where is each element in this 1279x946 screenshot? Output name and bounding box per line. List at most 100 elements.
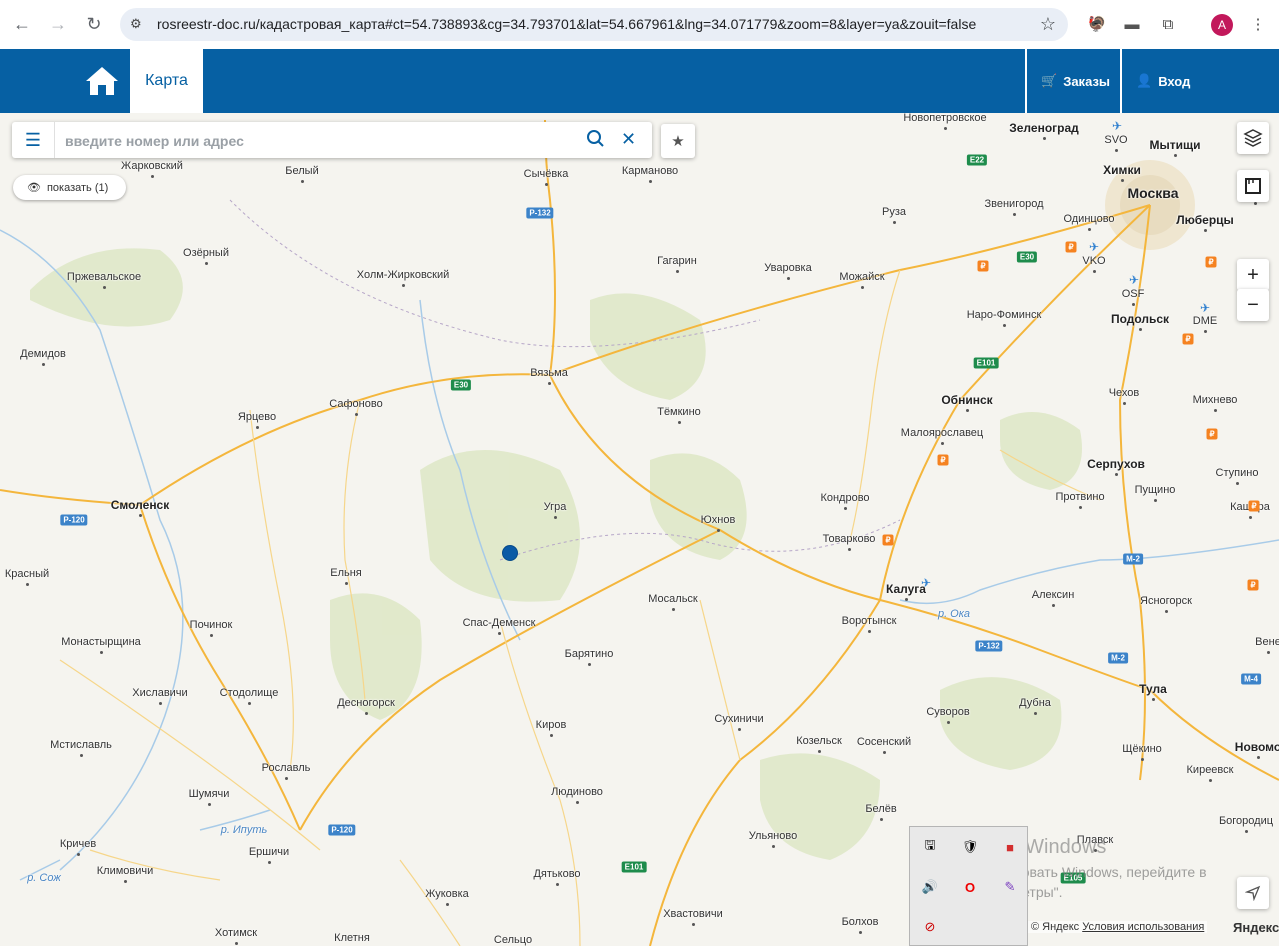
- city-dot: [1132, 303, 1135, 306]
- city-label: Товарково: [822, 533, 876, 545]
- city-dot: [738, 728, 741, 731]
- city-dot: [26, 583, 29, 586]
- clear-icon[interactable]: ✕: [621, 129, 636, 150]
- location-marker[interactable]: [502, 545, 518, 561]
- city-dot: [1141, 758, 1144, 761]
- city-label: Алексин: [1031, 589, 1075, 601]
- terms-link[interactable]: Условия использования: [1082, 921, 1204, 933]
- city-label: Шумячи: [188, 788, 230, 800]
- app-header: Карта 🛒 Заказы 👤 Вход: [0, 49, 1279, 113]
- city-label: Руза: [882, 206, 906, 218]
- fuel-station-icon: ₽: [1182, 333, 1194, 345]
- extension-icon[interactable]: 🦃: [1086, 13, 1108, 35]
- network-error-icon[interactable]: ⊘: [920, 917, 940, 937]
- city-label: Кричев: [59, 838, 97, 850]
- city-dot: [77, 853, 80, 856]
- city-dot: [1152, 698, 1155, 701]
- city-label: Суворов: [926, 706, 970, 718]
- home-icon[interactable]: [82, 61, 122, 101]
- city-label: Мытищи: [1149, 138, 1201, 152]
- reload-icon[interactable]: ↻: [82, 12, 106, 36]
- city-dot: [556, 883, 559, 886]
- city-dot: [1115, 473, 1118, 476]
- speaker-icon[interactable]: 🔊: [920, 877, 940, 897]
- favorites-star-button[interactable]: ★: [661, 124, 695, 158]
- menu-dots-icon[interactable]: ⋮: [1247, 13, 1269, 35]
- url-text[interactable]: rosreestr-doc.ru/кадастровая_карта#ct=54…: [157, 16, 976, 32]
- fuel-station-icon: ₽: [882, 534, 894, 546]
- defender-shield-icon[interactable]: 🛡: [960, 837, 980, 857]
- forward-icon[interactable]: →: [46, 12, 70, 36]
- site-settings-icon[interactable]: ⚙: [130, 16, 146, 32]
- city-label: Щёкино: [1122, 743, 1162, 755]
- avatar[interactable]: A: [1211, 14, 1233, 36]
- pen-icon[interactable]: ✎: [1000, 877, 1020, 897]
- city-dot: [944, 127, 947, 130]
- city-dot: [1249, 516, 1252, 519]
- city-label: Рославль: [261, 762, 311, 774]
- city-label: Чехов: [1108, 387, 1140, 399]
- search-input[interactable]: введите номер или адрес: [65, 133, 244, 149]
- login-button[interactable]: 👤 Вход: [1120, 49, 1200, 113]
- layers-button[interactable]: [1237, 122, 1269, 154]
- show-button[interactable]: 👁 показать (1): [13, 175, 126, 200]
- city-dot: [905, 598, 908, 601]
- zoom-out-button[interactable]: −: [1237, 289, 1269, 321]
- city-dot: [1209, 779, 1212, 782]
- city-dot: [966, 409, 969, 412]
- usb-icon[interactable]: 🖫: [920, 837, 940, 857]
- city-dot: [678, 421, 681, 424]
- copyright-text: © Яндекс: [1031, 921, 1080, 933]
- system-tray-popup: 🖫 🛡 ■ 🔊 O ✎ ⊘: [909, 826, 1028, 946]
- ruler-icon: [1245, 178, 1261, 194]
- city-dot: [1013, 213, 1016, 216]
- puzzle-icon[interactable]: ⧉: [1157, 13, 1179, 35]
- city-dot: [1204, 330, 1207, 333]
- road-shield: P-132: [975, 640, 1003, 652]
- city-label: Дятьково: [533, 868, 581, 880]
- city-dot: [205, 262, 208, 265]
- city-label: Ясногорск: [1140, 595, 1192, 607]
- city-dot: [139, 514, 142, 517]
- city-dot: [1121, 179, 1124, 182]
- road-shield: E22: [966, 154, 988, 166]
- city-label: Хиславичи: [132, 687, 188, 699]
- city-dot: [1079, 506, 1082, 509]
- road-shield: E30: [450, 379, 472, 391]
- city-label: Уваровка: [764, 262, 812, 274]
- city-dot: [1088, 228, 1091, 231]
- anydesk-icon[interactable]: ■: [1000, 837, 1020, 857]
- city-dot: [355, 413, 358, 416]
- extension-icon[interactable]: ▬: [1121, 13, 1143, 35]
- opera-icon[interactable]: O: [960, 877, 980, 897]
- tab-map[interactable]: Карта: [130, 49, 203, 113]
- back-icon[interactable]: ←: [10, 12, 34, 36]
- airport-icon: ✈: [920, 576, 932, 590]
- orders-button[interactable]: 🛒 Заказы: [1025, 49, 1117, 113]
- map-canvas[interactable]: Новопетровское Зеленоград SVO Мытищи Жарковс…: [0, 113, 1279, 946]
- geolocation-button[interactable]: [1237, 877, 1269, 909]
- ruler-button[interactable]: [1237, 170, 1269, 202]
- river-label: р. Сож: [27, 872, 61, 884]
- city-dot: [861, 286, 864, 289]
- city-label: SVO: [1104, 134, 1128, 146]
- city-label: Белый: [285, 165, 319, 177]
- city-dot: [554, 516, 557, 519]
- zoom-in-button[interactable]: +: [1237, 259, 1269, 291]
- city-label: Протвино: [1055, 491, 1105, 503]
- address-bar[interactable]: ⚙ rosreestr-doc.ru/кадастровая_карта#ct=…: [120, 8, 1068, 41]
- city-dot: [365, 712, 368, 715]
- menu-icon[interactable]: ☰: [12, 122, 55, 158]
- city-label: Сельцо: [493, 934, 533, 946]
- city-label: Болхов: [841, 916, 879, 928]
- city-dot: [548, 382, 551, 385]
- city-dot: [941, 442, 944, 445]
- road-shield: M-2: [1123, 553, 1143, 565]
- city-dot: [848, 548, 851, 551]
- bookmark-star-icon[interactable]: ☆: [1040, 14, 1056, 35]
- city-label: Климовичи: [96, 865, 154, 877]
- city-label: Карманово: [621, 165, 679, 177]
- city-label: Вязьма: [530, 367, 568, 379]
- search-icon[interactable]: [586, 129, 606, 149]
- city-dot: [1115, 149, 1118, 152]
